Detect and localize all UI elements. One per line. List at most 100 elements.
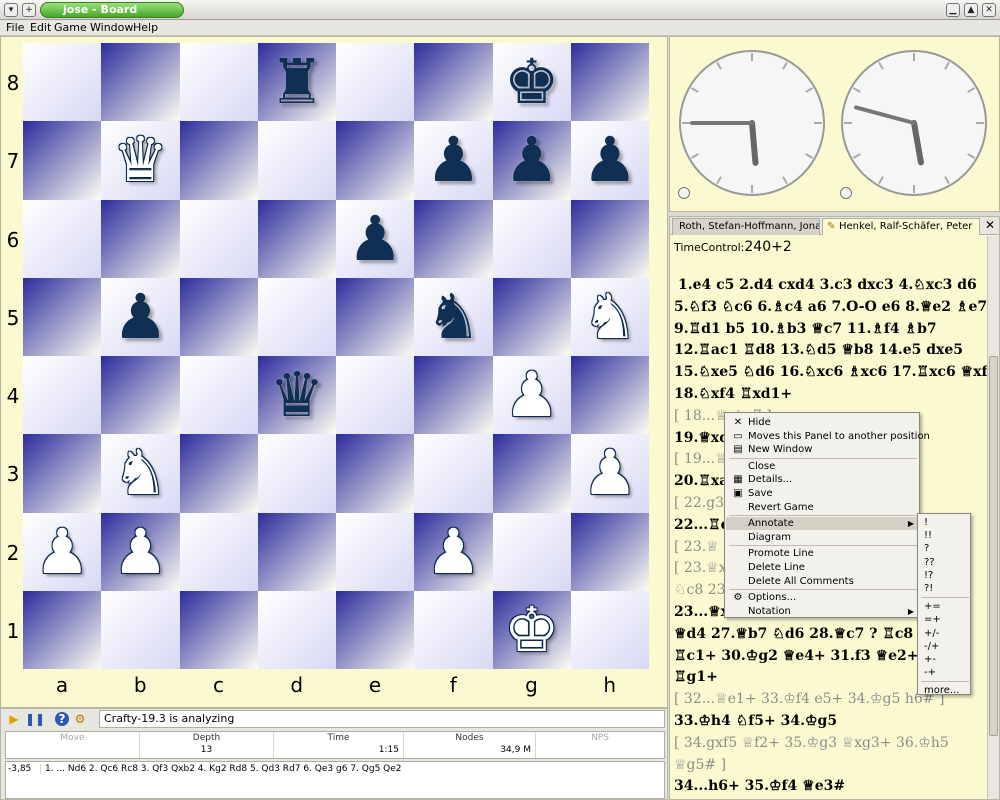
menu-item-hide[interactable]: ✕ Hide xyxy=(726,416,918,429)
notation-mainline[interactable]: 22...♖d xyxy=(674,517,730,533)
notation-variation[interactable]: [ 34.gxf5 ♕f2+ 35.♔g3 ♕xg3+ 36.♔h5 xyxy=(674,735,949,751)
menu-item-moves-this-panel-to-another-position[interactable]: ▭ Moves this Panel to another position xyxy=(726,430,930,443)
menu-item-notation[interactable]: Notation ▶ xyxy=(726,605,918,618)
notation-mainline[interactable]: 18.♘xf4 ♖xd1+ xyxy=(674,386,792,402)
square-h2[interactable] xyxy=(570,512,649,591)
notation-mainline[interactable]: 33.♔h4 ♘f5+ 34.♔g5 xyxy=(674,713,837,729)
annotation-7[interactable]: =+ xyxy=(924,613,970,626)
square-h5[interactable]: ♞ xyxy=(570,277,649,356)
notation-mainline[interactable]: 19.♕xd xyxy=(674,430,729,446)
menu-item-delete-line[interactable]: Delete Line xyxy=(726,561,918,574)
menu-edit[interactable]: Edit xyxy=(30,21,51,34)
square-b2[interactable]: ♟ xyxy=(101,512,180,591)
notation-variation[interactable]: [ 32...♕e1+ 33.♔f4 e5+ 34.♔g5 h6# ] xyxy=(674,691,944,707)
square-f3[interactable] xyxy=(414,434,493,513)
square-c5[interactable] xyxy=(179,277,258,356)
square-d8[interactable]: ♜ xyxy=(257,43,336,122)
menu-item-new-window[interactable]: ▤ New Window xyxy=(726,443,918,456)
notation-mainline[interactable]: 34...h6+ 35.♔f4 ♕e3# xyxy=(674,778,845,794)
pause-icon[interactable]: ❚❚ xyxy=(25,712,45,726)
annotation-6[interactable]: += xyxy=(924,600,970,613)
square-g5[interactable] xyxy=(492,277,571,356)
white-pawn-g4[interactable]: ♟ xyxy=(504,364,560,426)
square-f8[interactable] xyxy=(414,43,493,122)
menu-game[interactable]: Game xyxy=(54,21,87,34)
square-a3[interactable] xyxy=(23,434,102,513)
menu-item-save[interactable]: ▣ Save xyxy=(726,487,918,500)
square-a8[interactable] xyxy=(23,43,102,122)
tab-game-roth-hoffmann[interactable]: Roth, Stefan-Hoffmann, Jonas xyxy=(672,218,820,235)
square-e6[interactable]: ♟ xyxy=(336,199,415,278)
notation-mainline[interactable]: 1.e4 c5 2.d4 cxd4 3.c3 dxc3 4.♘xc3 d6 xyxy=(678,277,977,293)
menu-item-close[interactable]: Close xyxy=(726,460,918,473)
square-h3[interactable]: ♟ xyxy=(570,434,649,513)
chess-board[interactable]: ♜ ♚ ♛ ♟ ♟ ♟ ♟ ♟ ♞ ♞ ♛ ♟ ♞ ♟ ♟ ♟ ♟ ♚ xyxy=(23,43,649,669)
square-d5[interactable] xyxy=(257,277,336,356)
annotation-4[interactable]: !? xyxy=(924,569,970,582)
menu-item-diagram[interactable]: Diagram xyxy=(726,531,918,544)
square-c1[interactable] xyxy=(179,590,258,669)
notation-mainline[interactable]: ♖c1+ 30.♔g2 ♕e4+ 31.f3 ♕e2+ 3 xyxy=(674,648,933,664)
square-h1[interactable] xyxy=(570,590,649,669)
menu-item-annotate[interactable]: Annotate ▶ xyxy=(726,517,918,531)
square-h7[interactable]: ♟ xyxy=(570,121,649,200)
notation-mainline[interactable]: 15.♘xe5 ♘d6 16.♘xc6 ♗xc6 17.♖xc6 ♕xf4 xyxy=(674,364,997,380)
notation-variation[interactable]: ♘c8 23. xyxy=(674,582,730,598)
square-e2[interactable] xyxy=(336,512,415,591)
square-h6[interactable] xyxy=(570,199,649,278)
annotation-9[interactable]: -/+ xyxy=(924,640,970,653)
square-f5[interactable]: ♞ xyxy=(414,277,493,356)
annotation-5[interactable]: ?! xyxy=(924,582,970,595)
annotation-10[interactable]: +- xyxy=(924,653,970,666)
square-g7[interactable]: ♟ xyxy=(492,121,571,200)
white-pawn-h3[interactable]: ♟ xyxy=(582,442,638,504)
square-g6[interactable] xyxy=(492,199,571,278)
square-e7[interactable] xyxy=(336,121,415,200)
black-knight-f5[interactable]: ♞ xyxy=(426,285,482,348)
annotation-8[interactable]: +/- xyxy=(924,627,970,640)
annotation-1[interactable]: !! xyxy=(924,529,970,542)
black-rook-d8[interactable]: ♜ xyxy=(269,51,325,113)
annotation-more[interactable]: more... xyxy=(924,684,970,697)
square-b4[interactable] xyxy=(101,356,180,435)
square-a1[interactable] xyxy=(23,590,102,669)
black-pawn-g7[interactable]: ♟ xyxy=(504,129,560,191)
square-d2[interactable] xyxy=(257,512,336,591)
square-a7[interactable] xyxy=(23,121,102,200)
tab-game-henkel-schafer[interactable]: ✎ Henkel, Ralf-Schäfer, Peter xyxy=(822,218,980,235)
annotation-3[interactable]: ?? xyxy=(924,556,970,569)
engine-pv-list[interactable]: -3,85 1. ... Nd6 2. Qc6 Rc8 3. Qf3 Qxb2 … xyxy=(5,761,665,799)
square-f1[interactable] xyxy=(414,590,493,669)
square-g2[interactable] xyxy=(492,512,571,591)
notation-mainline[interactable]: ♖g1+ xyxy=(674,669,718,685)
notation-scrollbar[interactable] xyxy=(987,236,999,799)
notation-mainline[interactable]: 20.♖xa xyxy=(674,473,728,489)
square-b1[interactable] xyxy=(101,590,180,669)
white-queen-b7[interactable]: ♛ xyxy=(113,129,169,191)
menu-help[interactable]: Help xyxy=(133,21,158,34)
minimize-icon[interactable]: ▁ xyxy=(946,3,960,17)
white-pawn-b2[interactable]: ♟ xyxy=(113,520,169,583)
tab-close-icon[interactable]: ✕ xyxy=(983,219,997,233)
square-h4[interactable] xyxy=(570,356,649,435)
white-knight-b3[interactable]: ♞ xyxy=(113,442,169,504)
notation-mainline[interactable]: 23...♕x xyxy=(674,604,729,620)
white-knight-h5[interactable]: ♞ xyxy=(582,285,638,348)
square-c2[interactable] xyxy=(179,512,258,591)
annotation-11[interactable]: -+ xyxy=(924,666,970,679)
notation-variation[interactable]: [ 23.♕x xyxy=(674,560,727,576)
gear-icon[interactable]: ⚙ xyxy=(73,712,87,726)
black-pawn-h7[interactable]: ♟ xyxy=(582,129,638,191)
menu-file[interactable]: File xyxy=(6,21,24,34)
close-icon[interactable]: ✕ xyxy=(982,3,996,17)
window-menu-icon[interactable]: ▾ xyxy=(4,3,18,17)
notation-mainline[interactable]: 5.♘f3 ♘c6 6.♗c4 a6 7.O-O e6 8.♕e2 ♗e7 xyxy=(674,299,987,315)
add-icon[interactable]: + xyxy=(22,3,36,17)
black-king-g8[interactable]: ♚ xyxy=(504,51,560,113)
square-a4[interactable] xyxy=(23,356,102,435)
square-e3[interactable] xyxy=(336,434,415,513)
square-e4[interactable] xyxy=(336,356,415,435)
square-c7[interactable] xyxy=(179,121,258,200)
square-e1[interactable] xyxy=(336,590,415,669)
square-g3[interactable] xyxy=(492,434,571,513)
